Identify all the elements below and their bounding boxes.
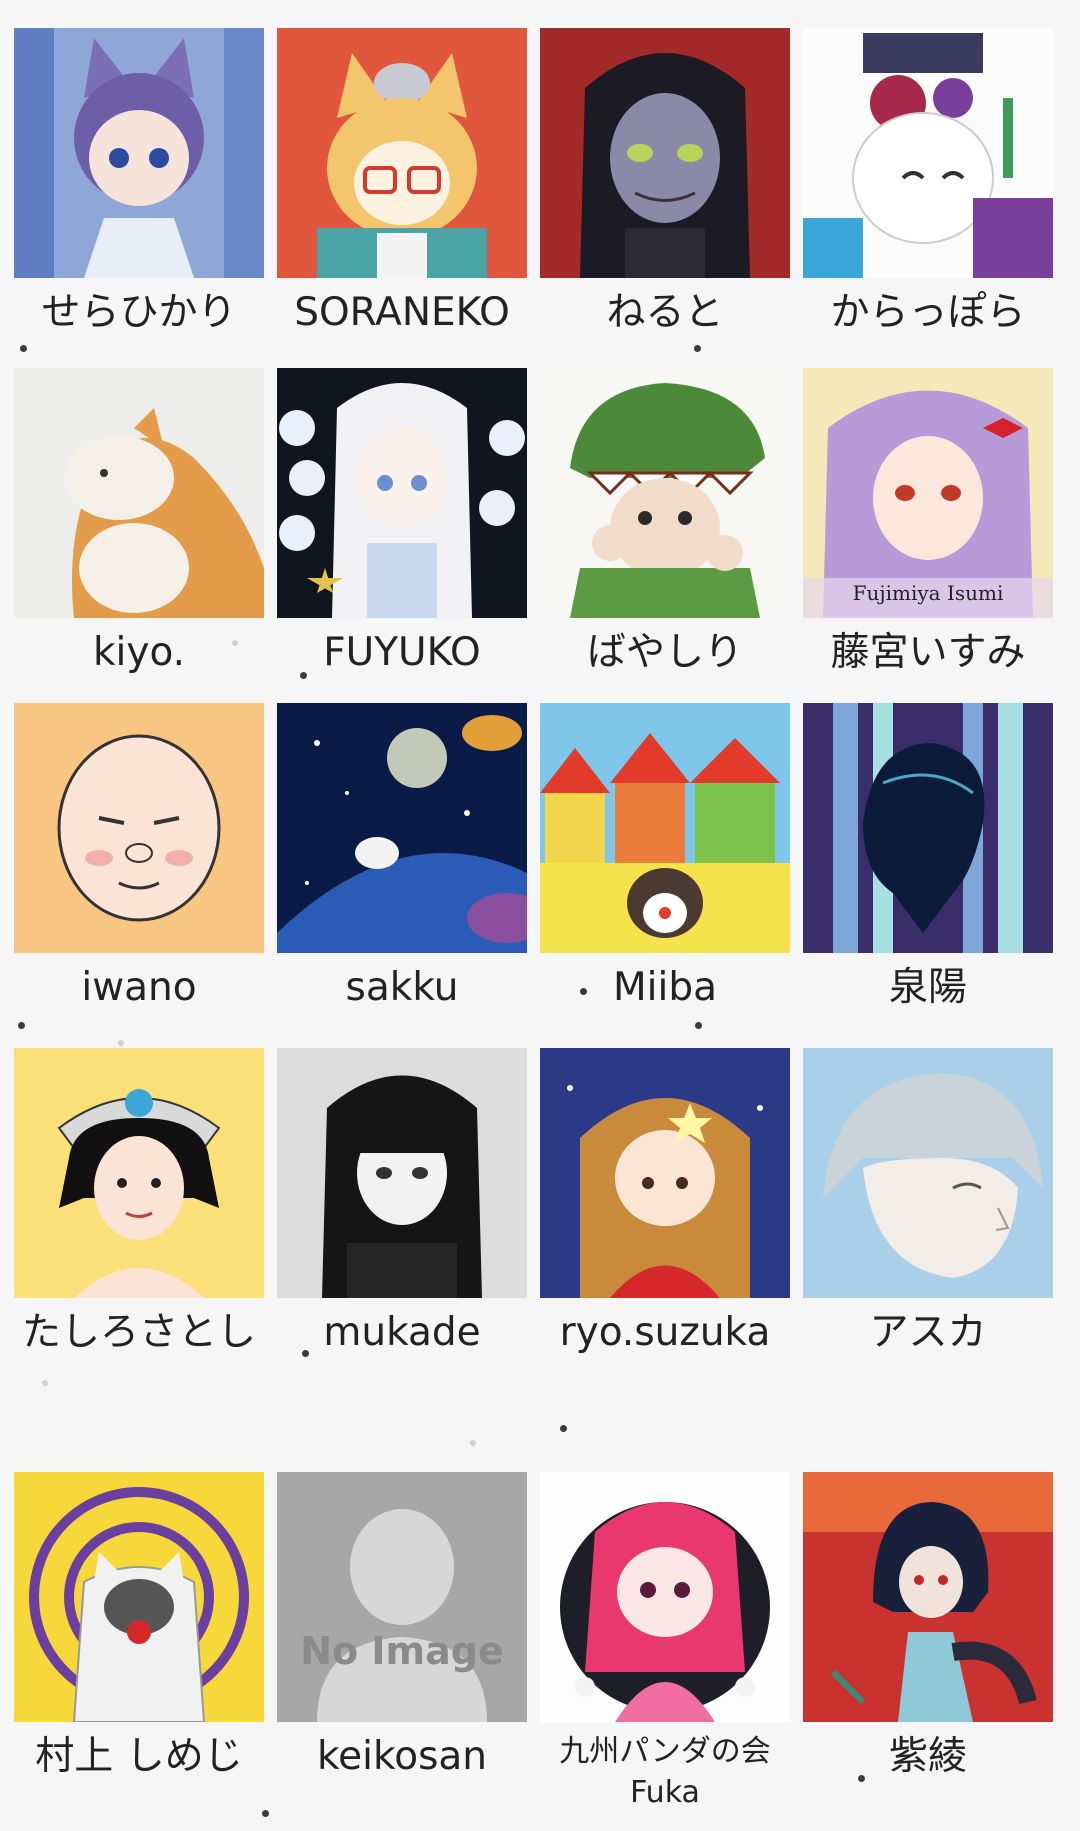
- artist-avatar[interactable]: [277, 368, 527, 618]
- background-speck: [18, 1022, 25, 1029]
- artist-avatar[interactable]: [277, 1048, 527, 1298]
- artist-avatar[interactable]: [540, 1472, 790, 1722]
- artist-card[interactable]: せらひかり: [14, 28, 264, 337]
- artist-name[interactable]: たしろさとし: [7, 1310, 271, 1357]
- artist-name[interactable]: kiyo.: [7, 630, 271, 677]
- artist-card[interactable]: たしろさとし: [14, 1048, 264, 1357]
- artist-card[interactable]: ねると: [540, 28, 790, 337]
- background-speck: [470, 1440, 476, 1446]
- artist-card[interactable]: からっぽら: [803, 28, 1053, 337]
- artist-card[interactable]: kiyo.: [14, 368, 264, 677]
- artist-card[interactable]: ばやしり: [540, 368, 790, 677]
- placeholder-avatar[interactable]: No Image: [277, 1472, 527, 1722]
- artist-avatar[interactable]: [540, 368, 790, 618]
- no-image-label: No Image: [300, 1629, 504, 1673]
- artist-card[interactable]: 九州パンダの会 Fuka: [540, 1472, 790, 1813]
- artist-name[interactable]: アスカ: [796, 1310, 1060, 1357]
- avatar-signature: Fujimiya Isumi: [853, 581, 1004, 605]
- artist-card[interactable]: SORANEKO: [277, 28, 527, 337]
- artist-name[interactable]: ねると: [533, 290, 797, 337]
- artist-avatar[interactable]: Fujimiya Isumi: [803, 368, 1053, 618]
- artist-card[interactable]: Miiba: [540, 703, 790, 1012]
- background-speck: [42, 1380, 48, 1386]
- artist-name[interactable]: 村上 しめじ: [7, 1734, 271, 1781]
- artist-avatar[interactable]: [14, 1048, 264, 1298]
- artist-name[interactable]: SORANEKO: [270, 290, 534, 337]
- artist-avatar[interactable]: [540, 1048, 790, 1298]
- artist-name[interactable]: iwano: [7, 965, 271, 1012]
- artist-name[interactable]: Miiba: [533, 965, 797, 1012]
- artist-card[interactable]: FUYUKO: [277, 368, 527, 677]
- artist-avatar[interactable]: [14, 28, 264, 278]
- artist-name[interactable]: せらひかり: [7, 290, 271, 337]
- artist-card[interactable]: mukade: [277, 1048, 527, 1357]
- artist-avatar[interactable]: [803, 703, 1053, 953]
- artist-name[interactable]: mukade: [270, 1310, 534, 1357]
- artist-name[interactable]: ryo.suzuka: [533, 1310, 797, 1357]
- artist-avatar[interactable]: [14, 368, 264, 618]
- artist-name[interactable]: ばやしり: [533, 630, 797, 677]
- artist-name[interactable]: からっぽら: [796, 290, 1060, 337]
- artist-name[interactable]: FUYUKO: [270, 630, 534, 677]
- artist-card[interactable]: ryo.suzuka: [540, 1048, 790, 1357]
- artist-name[interactable]: sakku: [270, 965, 534, 1012]
- background-speck: [262, 1810, 269, 1817]
- background-speck: [695, 1022, 702, 1029]
- artist-name[interactable]: 泉陽: [796, 965, 1060, 1012]
- artist-name[interactable]: 九州パンダの会 Fuka: [533, 1732, 797, 1813]
- artist-avatar[interactable]: [540, 28, 790, 278]
- background-speck: [118, 1040, 124, 1046]
- artist-name-line2: Fuka: [630, 1774, 700, 1810]
- artist-card[interactable]: No Image keikosan: [277, 1472, 527, 1781]
- artist-avatar[interactable]: [540, 703, 790, 953]
- artist-name[interactable]: 藤宮いすみ: [796, 630, 1060, 677]
- artist-card[interactable]: 泉陽: [803, 703, 1053, 1012]
- artist-avatar[interactable]: [277, 703, 527, 953]
- background-speck: [20, 345, 27, 352]
- artist-card[interactable]: sakku: [277, 703, 527, 1012]
- artist-avatar[interactable]: [14, 1472, 264, 1722]
- background-speck: [560, 1425, 567, 1432]
- artist-avatar[interactable]: [277, 28, 527, 278]
- artist-avatar[interactable]: [803, 28, 1053, 278]
- artist-name[interactable]: 紫綾: [796, 1734, 1060, 1781]
- background-speck: [694, 345, 701, 352]
- artist-card[interactable]: 紫綾: [803, 1472, 1053, 1781]
- artist-card[interactable]: Fujimiya Isumi 藤宮いすみ: [803, 368, 1053, 677]
- artist-card[interactable]: アスカ: [803, 1048, 1053, 1357]
- artist-name[interactable]: keikosan: [270, 1734, 534, 1781]
- artist-card[interactable]: iwano: [14, 703, 264, 1012]
- artist-avatar[interactable]: [803, 1472, 1053, 1722]
- artist-avatar[interactable]: [14, 703, 264, 953]
- artist-avatar[interactable]: [803, 1048, 1053, 1298]
- artist-name-line1: 九州パンダの会: [559, 1734, 771, 1769]
- artist-card[interactable]: 村上 しめじ: [14, 1472, 264, 1781]
